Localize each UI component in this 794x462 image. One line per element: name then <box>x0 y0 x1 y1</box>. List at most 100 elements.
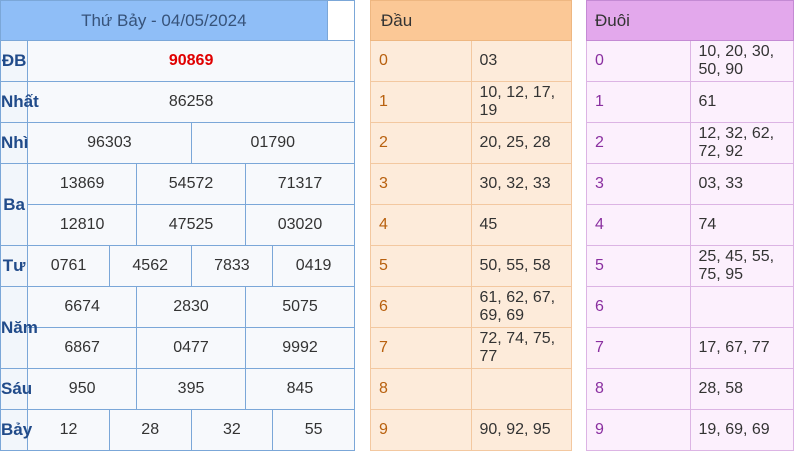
prize-label-nam: Năm <box>0 286 38 369</box>
third-prize-value: 47525 <box>136 204 246 246</box>
prize-row-nhi: Nhì 96303 01790 <box>0 122 356 164</box>
duoi-row: 3 03, 33 <box>586 163 794 205</box>
duoi-index: 4 <box>586 204 691 246</box>
dau-index: 0 <box>370 40 472 82</box>
duoi-row: 4 74 <box>586 204 794 246</box>
duoi-values: 17, 67, 77 <box>689 327 794 369</box>
dau-row: 0 03 <box>370 40 572 82</box>
duoi-values <box>689 286 794 328</box>
prize-label-ba: Ba <box>0 163 29 246</box>
second-prize-value: 01790 <box>190 122 356 164</box>
dau-index: 4 <box>370 204 472 246</box>
dau-values: 45 <box>470 204 572 246</box>
prize-row-ba-2: 12810 47525 03020 <box>1 204 356 246</box>
third-prize-value: 54572 <box>136 163 246 205</box>
duoi-row: 6 <box>586 286 794 328</box>
dau-row: 7 72, 74, 75, 77 <box>370 327 572 369</box>
fifth-prize-value: 5075 <box>244 286 356 328</box>
duoi-values: 61 <box>689 81 794 123</box>
dau-values: 90, 92, 95 <box>470 409 572 451</box>
fifth-prize-value: 6674 <box>27 286 138 328</box>
dau-index: 7 <box>370 327 472 369</box>
dau-row: 4 45 <box>370 204 572 246</box>
seventh-prize-value: 28 <box>108 409 192 451</box>
prize-row-sau: Sáu 950 395 845 <box>0 368 356 410</box>
duoi-index: 6 <box>586 286 691 328</box>
duoi-index: 5 <box>586 245 691 287</box>
fifth-prize-value: 2830 <box>136 286 246 328</box>
first-prize-value: 86258 <box>27 81 355 123</box>
third-prize-value: 71317 <box>244 163 356 205</box>
dau-row: 5 50, 55, 58 <box>370 245 572 287</box>
dau-table: Đầu 0 03 1 10, 12, 17, 19 2 20, 25, 28 3 30,… <box>370 0 572 451</box>
dau-header: Đầu <box>370 0 572 41</box>
duoi-row: 2 12, 32, 62, 72, 92 <box>586 122 794 164</box>
second-prize-value: 96303 <box>27 122 192 164</box>
duoi-row: 7 17, 67, 77 <box>586 327 794 369</box>
dau-row: 2 20, 25, 28 <box>370 122 572 164</box>
duoi-header-row: Đuôi <box>586 0 794 41</box>
duoi-header: Đuôi <box>586 0 794 41</box>
prize-row-nhat: Nhất 86258 <box>0 81 355 123</box>
fifth-prize-value: 6867 <box>27 327 138 369</box>
sixth-prize-value: 950 <box>27 368 138 410</box>
sixth-prize-value: 845 <box>244 368 356 410</box>
dau-index: 3 <box>370 163 472 205</box>
seventh-prize-value: 32 <box>190 409 274 451</box>
prize-label-bay: Bảy <box>0 409 32 451</box>
dau-row: 3 30, 32, 33 <box>370 163 572 205</box>
draw-date-title: Thứ Bảy - 04/05/2024 <box>0 0 328 41</box>
third-prize-value: 03020 <box>244 204 356 246</box>
duoi-row: 5 25, 45, 55, 75, 95 <box>586 245 794 287</box>
duoi-values: 28, 58 <box>689 368 794 410</box>
dau-values: 72, 74, 75, 77 <box>470 327 572 369</box>
duoi-index: 8 <box>586 368 691 410</box>
duoi-index: 1 <box>586 81 691 123</box>
dau-values: 50, 55, 58 <box>470 245 572 287</box>
duoi-values: 74 <box>689 204 794 246</box>
duoi-index: 2 <box>586 122 691 164</box>
dau-index: 9 <box>370 409 472 451</box>
dau-index: 2 <box>370 122 472 164</box>
duoi-values: 12, 32, 62, 72, 92 <box>689 122 794 164</box>
third-prize-value: 12810 <box>27 204 138 246</box>
results-table: Thứ Bảy - 04/05/2024 ĐB 90869 Nhất 86258… <box>0 0 356 451</box>
duoi-row: 8 28, 58 <box>586 368 794 410</box>
duoi-index: 7 <box>586 327 691 369</box>
duoi-index: 3 <box>586 163 691 205</box>
prize-label-tu: Tư <box>0 245 29 287</box>
prize-row-db: ĐB 90869 <box>0 40 355 82</box>
prize-label-sau: Sáu <box>0 368 32 410</box>
fourth-prize-value: 7833 <box>190 245 274 287</box>
dau-values: 61, 62, 67, 69, 69 <box>470 286 572 328</box>
third-prize-value: 13869 <box>27 163 138 205</box>
duoi-row: 9 19, 69, 69 <box>586 409 794 451</box>
duoi-values: 19, 69, 69 <box>689 409 794 451</box>
fourth-prize-value: 4562 <box>108 245 192 287</box>
duoi-index: 9 <box>586 409 691 451</box>
results-header-row: Thứ Bảy - 04/05/2024 <box>0 0 355 41</box>
duoi-values: 03, 33 <box>689 163 794 205</box>
prize-row-nam-2: 6867 0477 9992 <box>1 327 356 369</box>
prize-row-nam: Năm 6674 2830 5075 <box>0 286 356 369</box>
dau-index: 1 <box>370 81 472 123</box>
prize-row-ba: Ba 13869 54572 71317 <box>0 163 356 246</box>
dau-values: 03 <box>470 40 572 82</box>
dau-row: 9 90, 92, 95 <box>370 409 572 451</box>
dau-index: 5 <box>370 245 472 287</box>
prize-label-nhat: Nhất <box>0 81 39 123</box>
duoi-index: 0 <box>586 40 691 82</box>
duoi-row: 0 10, 20, 30, 50, 90 <box>586 40 794 82</box>
dau-index: 6 <box>370 286 472 328</box>
sixth-prize-value: 395 <box>136 368 246 410</box>
duoi-table: Đuôi 0 10, 20, 30, 50, 90 1 61 2 12, 32, 62… <box>586 0 794 451</box>
seventh-prize-value: 12 <box>27 409 110 451</box>
prize-row-bay: Bảy 12 28 32 55 <box>0 409 355 451</box>
fifth-prize-value: 9992 <box>244 327 356 369</box>
dau-values: 10, 12, 17, 19 <box>470 81 572 123</box>
dau-row: 8 <box>370 368 572 410</box>
dau-header-row: Đầu <box>370 0 572 41</box>
dau-values <box>470 368 572 410</box>
fourth-prize-value: 0419 <box>272 245 355 287</box>
dau-row: 1 10, 12, 17, 19 <box>370 81 572 123</box>
